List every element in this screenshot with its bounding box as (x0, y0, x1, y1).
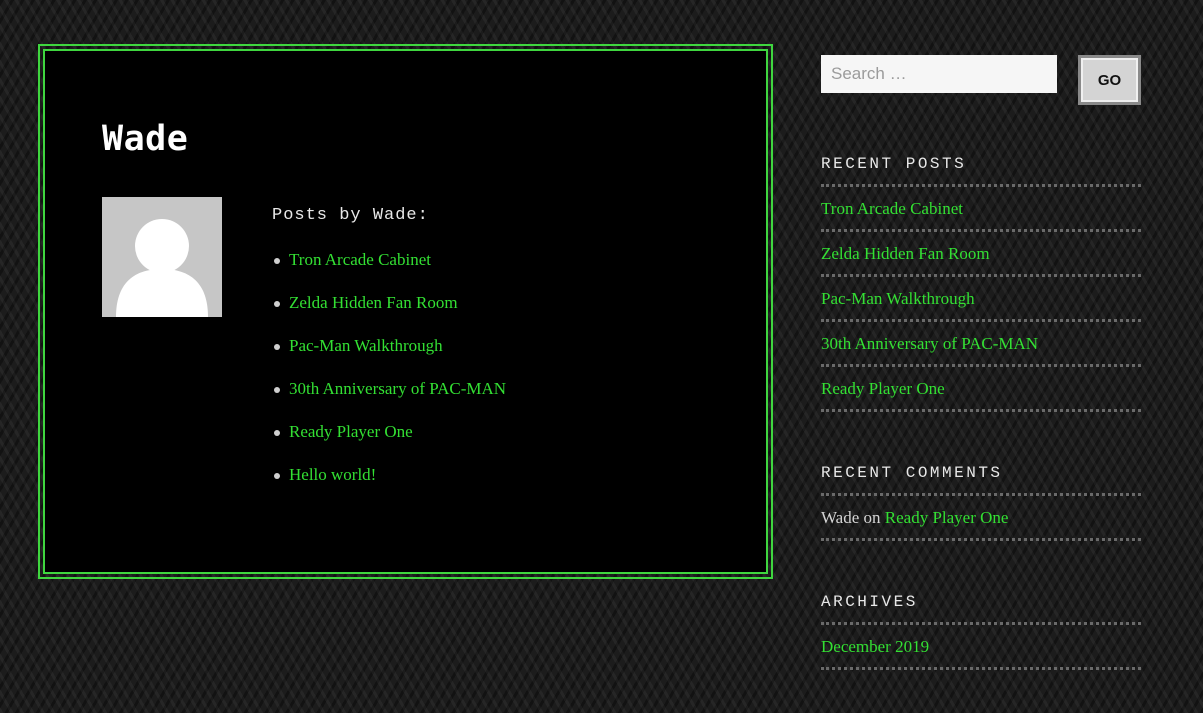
recent-post-link[interactable]: Ready Player One (821, 379, 945, 398)
list-item: December 2019 (821, 625, 1141, 670)
list-item: Pac-Man Walkthrough (272, 334, 506, 377)
post-link[interactable]: Zelda Hidden Fan Room (289, 293, 458, 312)
list-item: Ready Player One (821, 367, 1141, 412)
recent-comments-list: Wade on Ready Player One (821, 496, 1141, 541)
post-link[interactable]: Hello world! (289, 465, 376, 484)
recent-posts-list: Tron Arcade Cabinet Zelda Hidden Fan Roo… (821, 187, 1141, 412)
post-link[interactable]: Ready Player One (289, 422, 413, 441)
list-item: 30th Anniversary of PAC-MAN (272, 377, 506, 420)
search-form: GO (821, 55, 1141, 105)
author-card-inner: Wade Posts by Wade: Tron Arcade Cabinet … (43, 49, 768, 574)
author-card: Wade Posts by Wade: Tron Arcade Cabinet … (38, 44, 773, 579)
list-item: Tron Arcade Cabinet (821, 187, 1141, 232)
default-user-avatar-icon (102, 197, 222, 317)
recent-post-link[interactable]: Pac-Man Walkthrough (821, 289, 975, 308)
recent-post-link[interactable]: Zelda Hidden Fan Room (821, 244, 990, 263)
author-name-title: Wade (102, 119, 189, 159)
recent-comments-title: RECENT COMMENTS (821, 461, 1141, 496)
author-posts-block: Posts by Wade: Tron Arcade Cabinet Zelda… (272, 204, 506, 506)
recent-post-link[interactable]: Tron Arcade Cabinet (821, 199, 963, 218)
recent-post-link[interactable]: 30th Anniversary of PAC-MAN (821, 334, 1038, 353)
recent-posts-title: RECENT POSTS (821, 152, 1141, 187)
search-go-button[interactable]: GO (1078, 55, 1141, 105)
sidebar: GO RECENT POSTS Tron Arcade Cabinet Zeld… (821, 55, 1141, 670)
list-item: Zelda Hidden Fan Room (821, 232, 1141, 277)
comment-on-text: on (863, 508, 881, 527)
list-item: 30th Anniversary of PAC-MAN (821, 322, 1141, 367)
recent-posts-widget: RECENT POSTS Tron Arcade Cabinet Zelda H… (821, 152, 1141, 412)
archives-widget: ARCHIVES December 2019 (821, 590, 1141, 670)
archives-title: ARCHIVES (821, 590, 1141, 625)
archives-list: December 2019 (821, 625, 1141, 670)
list-item: Wade on Ready Player One (821, 496, 1141, 541)
list-item: Ready Player One (272, 420, 506, 463)
comment-post-link[interactable]: Ready Player One (885, 508, 1009, 527)
post-link[interactable]: 30th Anniversary of PAC-MAN (289, 379, 506, 398)
search-input[interactable] (821, 55, 1057, 93)
list-item: Tron Arcade Cabinet (272, 248, 506, 291)
list-item: Hello world! (272, 463, 506, 506)
comment-author: Wade (821, 508, 860, 527)
post-link[interactable]: Tron Arcade Cabinet (289, 250, 431, 269)
avatar (102, 197, 222, 317)
list-item: Zelda Hidden Fan Room (272, 291, 506, 334)
posts-heading: Posts by Wade: (272, 206, 429, 225)
archive-link[interactable]: December 2019 (821, 637, 929, 656)
author-posts-list: Tron Arcade Cabinet Zelda Hidden Fan Roo… (272, 248, 506, 506)
list-item: Pac-Man Walkthrough (821, 277, 1141, 322)
post-link[interactable]: Pac-Man Walkthrough (289, 336, 443, 355)
recent-comments-widget: RECENT COMMENTS Wade on Ready Player One (821, 461, 1141, 541)
